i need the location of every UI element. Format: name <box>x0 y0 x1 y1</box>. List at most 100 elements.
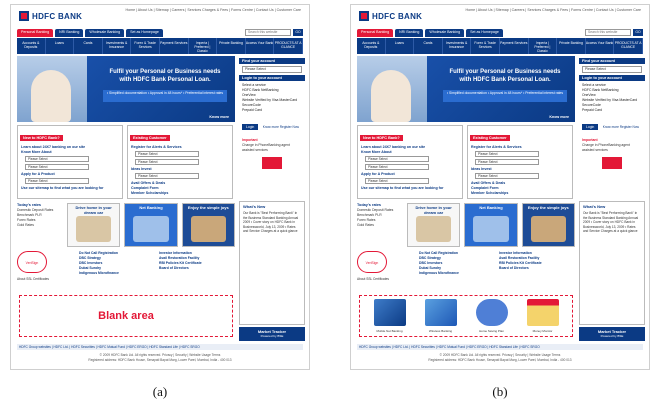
personal-loan-banner[interactable]: Fulfil your Personal or Business needs w… <box>17 56 235 122</box>
footer-link[interactable]: Board of Directors <box>499 266 542 271</box>
panel-select[interactable]: Please Select <box>365 164 429 170</box>
panel-select[interactable]: Please Select <box>25 164 89 170</box>
group-websites-bar[interactable]: HDFC Group websites | HDFC Ltd. | HDFC S… <box>17 344 303 350</box>
panel-link[interactable]: Know More About <box>361 150 459 155</box>
simple-joys-promo[interactable]: Enjoy the simple joys <box>181 203 235 247</box>
panel-select[interactable]: Please Select <box>25 178 89 184</box>
menu-imperia[interactable]: Imperia | Preferred | Classic <box>529 38 558 54</box>
personal-loan-banner[interactable]: Fulfil your Personal or Business needs w… <box>357 56 575 122</box>
hdfc-logo[interactable]: HDFC BANK <box>359 10 422 22</box>
footer-link[interactable]: Indigenous Microfinance <box>79 271 119 276</box>
search-go-button[interactable]: GO <box>293 29 303 36</box>
menu-cards[interactable]: Cards <box>74 38 103 54</box>
netbanking-promo[interactable]: Net Banking <box>124 203 178 247</box>
panel-select[interactable]: Please Select <box>25 156 89 162</box>
login-option[interactable]: Website Verified by Visa MasterCard Secu… <box>242 98 302 108</box>
login-option[interactable]: Prepaid Card <box>582 108 642 113</box>
wireless-banking-app[interactable]: Wireless Banking <box>419 299 463 333</box>
rate-link[interactable]: Gold Rates <box>17 223 63 228</box>
panel-link[interactable]: Know More About <box>21 150 119 155</box>
panel-select[interactable]: Please Select <box>135 173 199 179</box>
search-go-button[interactable]: GO <box>633 29 643 36</box>
panel-select[interactable]: Please Select <box>475 151 539 157</box>
top-links[interactable]: Home | About Us | Sitemap | Careers | Se… <box>465 8 641 12</box>
promo-logo-icon[interactable] <box>602 157 622 169</box>
group-websites-bar[interactable]: HDFC Group websites | HDFC Ltd. | HDFC S… <box>357 344 643 350</box>
menu-accounts[interactable]: Accounts & Deposits <box>357 38 386 54</box>
menu-access[interactable]: Access Your Bank <box>246 38 275 54</box>
home-saving-app[interactable]: Home Saving Plan <box>470 299 514 333</box>
panel-link[interactable]: Ideas Invest <box>471 167 569 172</box>
login-button[interactable]: Login <box>582 124 599 130</box>
panel-link[interactable]: Register for Alerts & Services <box>131 145 229 150</box>
menu-accounts[interactable]: Accounts & Deposits <box>17 38 46 54</box>
tab-set-homepage[interactable]: Set as Homepage <box>126 29 163 37</box>
find-account-select[interactable]: Please Select <box>242 66 302 73</box>
market-tracker-button[interactable]: Market Tracker Powered by BSE <box>579 327 645 341</box>
tab-nri-banking[interactable]: NRI Banking <box>395 29 424 37</box>
verisign-seal-icon[interactable]: VeriSign <box>357 251 387 273</box>
login-option[interactable]: Website Verified by Visa MasterCard Secu… <box>582 98 642 108</box>
menu-payment[interactable]: Payment Services <box>160 38 189 54</box>
login-option[interactable]: Prepaid Card <box>242 108 302 113</box>
search-input[interactable]: Search this website <box>245 29 291 36</box>
panel-link[interactable]: Apply for A Product <box>361 172 459 177</box>
market-tracker-button[interactable]: Market Tracker Powered by BSE <box>239 327 305 341</box>
search-input[interactable]: Search this website <box>585 29 631 36</box>
panel-link[interactable]: Ideas Invest <box>131 167 229 172</box>
banner-know-more-link[interactable]: Know more <box>549 115 569 119</box>
menu-forex[interactable]: Forex & Trade Services <box>471 38 500 54</box>
banner-know-more-link[interactable]: Know more <box>209 115 229 119</box>
car-loan-promo[interactable]: Drive home in your dream car <box>407 203 461 247</box>
menu-loans[interactable]: Loans <box>46 38 75 54</box>
tab-wholesale-banking[interactable]: Wholesale Banking <box>425 29 465 37</box>
tab-personal-banking[interactable]: Personal Banking <box>357 29 394 37</box>
panel-link[interactable]: Register for Alerts & Services <box>471 145 569 150</box>
tab-personal-banking[interactable]: Personal Banking <box>17 29 54 37</box>
tab-nri-banking[interactable]: NRI Banking <box>55 29 84 37</box>
panel-select[interactable]: Please Select <box>475 159 539 165</box>
panel-select[interactable]: Please Select <box>135 151 199 157</box>
register-link[interactable]: Know more Register Now <box>263 125 299 129</box>
panel-link[interactable]: Member Scholarships <box>471 191 569 196</box>
money-monitor-app[interactable]: Money Monitor <box>521 299 565 333</box>
menu-investments[interactable]: Investments & Insurance <box>103 38 132 54</box>
rate-link[interactable]: Gold Rates <box>357 223 403 228</box>
footer-link[interactable]: Board of Directors <box>159 266 202 271</box>
menu-private[interactable]: Private Banking <box>557 38 586 54</box>
simple-joys-promo[interactable]: Enjoy the simple joys <box>521 203 575 247</box>
panel-select[interactable]: Please Select <box>475 173 539 179</box>
footer-link[interactable]: Indigenous Microfinance <box>419 271 459 276</box>
top-links[interactable]: Home | About Us | Sitemap | Careers | Se… <box>125 8 301 12</box>
mobile-banking-app[interactable]: Mobile Net Banking <box>368 299 412 333</box>
register-link[interactable]: Know more Register Now <box>603 125 639 129</box>
login-button[interactable]: Login <box>242 124 259 130</box>
important-text[interactable]: Change in PhoneBanking agent assisted se… <box>242 143 302 153</box>
seal-caption[interactable]: About SSL Certificates <box>17 277 49 281</box>
panel-link[interactable]: Use our sitemap to find what you are loo… <box>361 186 459 191</box>
verisign-seal-icon[interactable]: VeriSign <box>17 251 47 273</box>
menu-products[interactable]: PRODUCTS AT A GLANCE <box>614 38 643 54</box>
panel-link[interactable]: Apply for A Product <box>21 172 119 177</box>
hdfc-logo[interactable]: HDFC BANK <box>19 10 82 22</box>
whats-new-text[interactable]: Our Bank is "Best Performing Bank" in th… <box>580 211 644 234</box>
menu-forex[interactable]: Forex & Trade Services <box>131 38 160 54</box>
tab-set-homepage[interactable]: Set as Homepage <box>466 29 503 37</box>
menu-access[interactable]: Access Your Bank <box>586 38 615 54</box>
seal-caption[interactable]: About SSL Certificates <box>357 277 389 281</box>
panel-link[interactable]: Use our sitemap to find what you are loo… <box>21 186 119 191</box>
panel-link[interactable]: Member Scholarships <box>131 191 229 196</box>
panel-select[interactable]: Please Select <box>135 159 199 165</box>
menu-imperia[interactable]: Imperia | Preferred | Classic <box>189 38 218 54</box>
tab-wholesale-banking[interactable]: Wholesale Banking <box>85 29 125 37</box>
menu-investments[interactable]: Investments & Insurance <box>443 38 472 54</box>
whats-new-text[interactable]: Our Bank is "Best Performing Bank" in th… <box>240 211 304 234</box>
find-account-select[interactable]: Please Select <box>582 66 642 73</box>
car-loan-promo[interactable]: Drive home in your dream car <box>67 203 121 247</box>
important-text[interactable]: Change in PhoneBanking agent assisted se… <box>582 143 642 153</box>
menu-loans[interactable]: Loans <box>386 38 415 54</box>
netbanking-promo[interactable]: Net Banking <box>464 203 518 247</box>
menu-payment[interactable]: Payment Services <box>500 38 529 54</box>
menu-cards[interactable]: Cards <box>414 38 443 54</box>
promo-logo-icon[interactable] <box>262 157 282 169</box>
